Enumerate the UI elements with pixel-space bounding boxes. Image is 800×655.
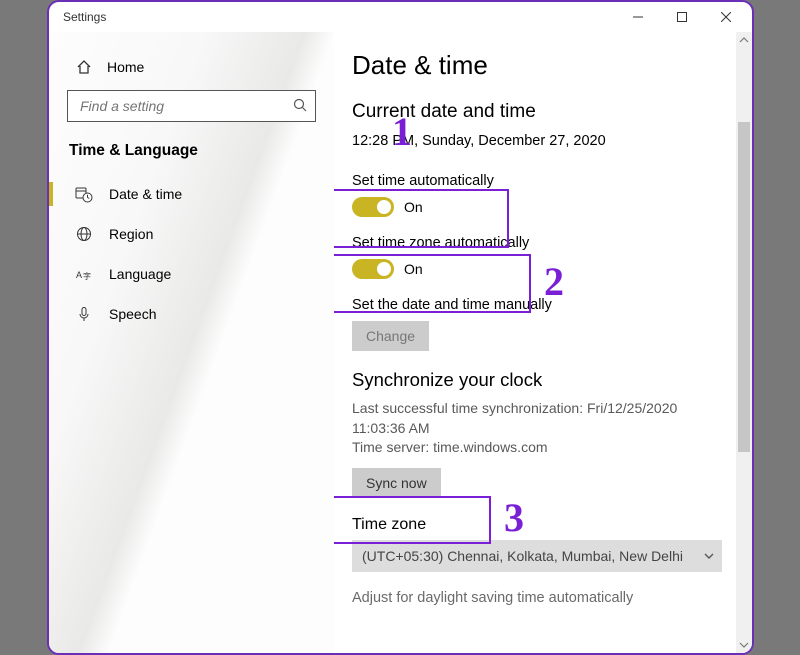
chevron-down-icon xyxy=(704,548,714,564)
close-button[interactable] xyxy=(704,3,748,31)
setting-auto-tz: Set time zone automatically On xyxy=(352,235,728,279)
auto-time-state: On xyxy=(404,199,423,215)
clock-calendar-icon xyxy=(75,185,93,203)
search-input-wrap[interactable] xyxy=(67,90,316,122)
sidebar-section-title: Time & Language xyxy=(49,132,334,174)
scroll-down-icon[interactable] xyxy=(736,637,752,653)
sidebar-home-label: Home xyxy=(107,59,144,75)
auto-tz-state: On xyxy=(404,261,423,277)
current-datetime-value: 12:28 PM, Sunday, December 27, 2020 xyxy=(352,133,728,149)
timezone-value: (UTC+05:30) Chennai, Kolkata, Mumbai, Ne… xyxy=(362,548,683,564)
sidebar-item-language[interactable]: A字 Language xyxy=(49,254,334,294)
maximize-button[interactable] xyxy=(660,3,704,31)
minimize-button[interactable] xyxy=(616,3,660,31)
setting-auto-time: Set time automatically On xyxy=(352,173,728,217)
page-title: Date & time xyxy=(352,50,728,81)
auto-time-toggle-row: On xyxy=(352,197,728,217)
auto-tz-toggle-row: On xyxy=(352,259,728,279)
language-icon: A字 xyxy=(75,265,93,283)
svg-text:字: 字 xyxy=(83,271,91,281)
home-icon xyxy=(75,58,93,76)
microphone-icon xyxy=(75,305,93,323)
sync-title: Synchronize your clock xyxy=(352,369,728,391)
sync-last-line2: 11:03:36 AM xyxy=(352,419,728,439)
search-icon xyxy=(293,98,307,115)
sidebar-search xyxy=(49,82,334,132)
toggle-knob xyxy=(377,200,391,214)
timezone-dropdown[interactable]: (UTC+05:30) Chennai, Kolkata, Mumbai, Ne… xyxy=(352,540,722,572)
sidebar-item-region[interactable]: Region xyxy=(49,214,334,254)
sidebar-item-speech[interactable]: Speech xyxy=(49,294,334,334)
sidebar-item-label: Region xyxy=(109,226,153,242)
auto-tz-label: Set time zone automatically xyxy=(352,235,728,251)
scroll-thumb[interactable] xyxy=(738,122,750,452)
search-input[interactable] xyxy=(78,97,293,115)
auto-tz-toggle[interactable] xyxy=(352,259,394,279)
sidebar-item-date-time[interactable]: Date & time xyxy=(49,174,334,214)
sidebar-item-label: Date & time xyxy=(109,186,182,202)
sync-group: Synchronize your clock Last successful t… xyxy=(352,369,728,498)
window-body: Home Time & Language Date & time xyxy=(49,32,752,653)
window-controls xyxy=(616,3,748,31)
scroll-up-icon[interactable] xyxy=(736,32,752,48)
maximize-icon xyxy=(677,12,687,22)
sync-now-button[interactable]: Sync now xyxy=(352,468,441,498)
titlebar: Settings xyxy=(49,2,752,32)
setting-manual: Set the date and time manually Change xyxy=(352,297,728,351)
close-icon xyxy=(721,12,731,22)
change-button[interactable]: Change xyxy=(352,321,429,351)
main-content: Date & time Current date and time 12:28 … xyxy=(334,32,752,653)
toggle-knob xyxy=(377,262,391,276)
timezone-title: Time zone xyxy=(352,516,728,534)
auto-time-toggle[interactable] xyxy=(352,197,394,217)
sync-last-line1: Last successful time synchronization: Fr… xyxy=(352,399,728,419)
minimize-icon xyxy=(633,12,643,22)
globe-icon xyxy=(75,225,93,243)
sync-server-line: Time server: time.windows.com xyxy=(352,438,728,458)
sidebar-item-label: Speech xyxy=(109,306,156,322)
svg-text:A: A xyxy=(76,270,82,280)
sidebar-item-label: Language xyxy=(109,266,171,282)
sidebar-home[interactable]: Home xyxy=(49,52,334,82)
manual-label: Set the date and time manually xyxy=(352,297,728,313)
sidebar: Home Time & Language Date & time xyxy=(49,32,334,653)
settings-window: Settings Home xyxy=(47,0,754,655)
current-datetime-title: Current date and time xyxy=(352,101,728,123)
dst-label: Adjust for daylight saving time automati… xyxy=(352,590,728,606)
vertical-scrollbar[interactable] xyxy=(736,32,752,653)
auto-time-label: Set time automatically xyxy=(352,173,728,189)
window-title: Settings xyxy=(63,10,106,24)
